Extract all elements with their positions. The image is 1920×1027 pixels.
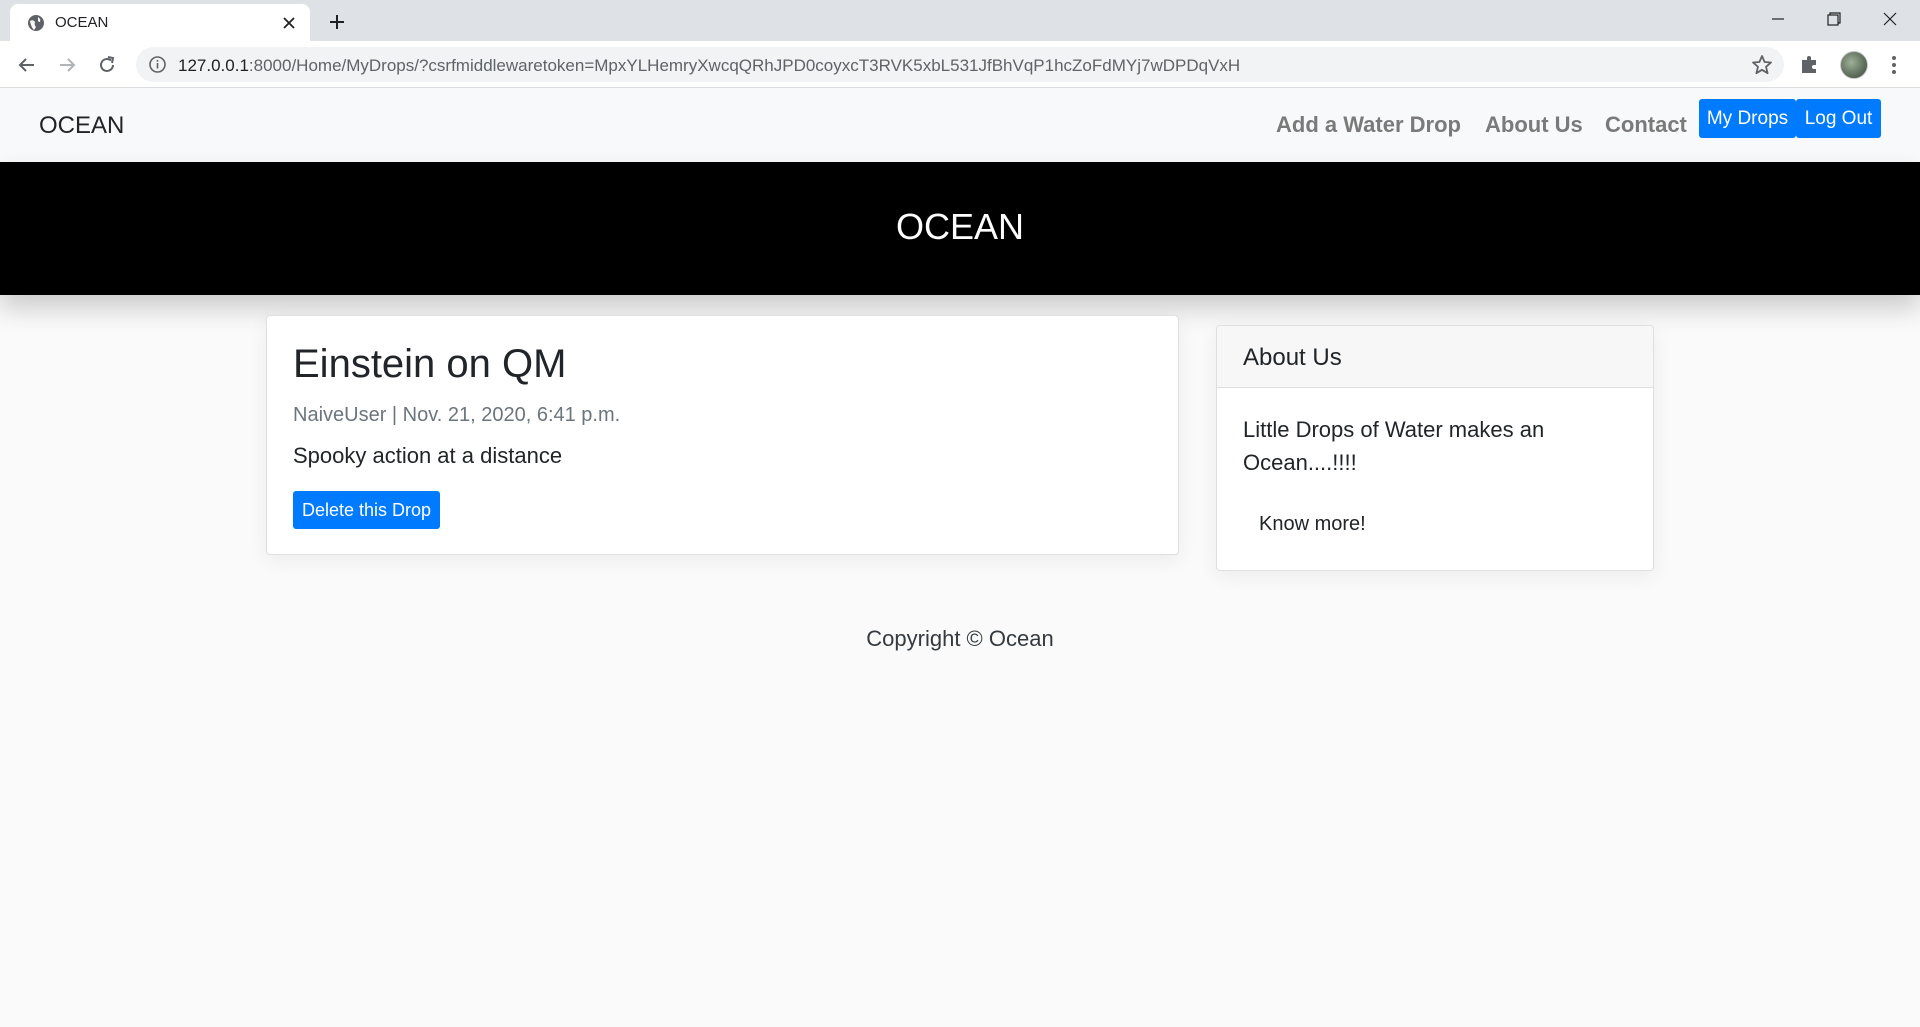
- drop-meta: NaiveUser | Nov. 21, 2020, 6:41 p.m.: [293, 404, 621, 426]
- extensions-puzzle-icon[interactable]: [1798, 52, 1822, 76]
- close-tab-icon[interactable]: [278, 12, 300, 34]
- address-bar[interactable]: 127.0.0.1:8000/Home/MyDrops/?csrfmiddlew…: [136, 47, 1784, 82]
- browser-tab[interactable]: OCEAN: [10, 4, 310, 41]
- masthead: OCEAN: [0, 162, 1920, 295]
- footer-copyright: Copyright © Ocean: [866, 626, 1054, 651]
- masthead-title: OCEAN: [895, 206, 1025, 247]
- know-more-link[interactable]: Know more!: [1259, 513, 1366, 536]
- minimize-icon[interactable]: [1750, 0, 1806, 38]
- about-card-title: About Us: [1243, 344, 1342, 371]
- navbar-brand[interactable]: OCEAN: [39, 112, 124, 140]
- tab-title: OCEAN: [55, 14, 109, 31]
- url-path: :8000/Home/MyDrops/?csrfmiddlewaretoken=…: [248, 56, 1241, 75]
- log-out-button[interactable]: Log Out: [1796, 99, 1881, 138]
- about-card-text: Little Drops of Water makes an Ocean....…: [1243, 417, 1545, 475]
- drop-title: Einstein on QM: [293, 342, 567, 386]
- url-host: 127.0.0.1: [178, 56, 249, 75]
- info-icon[interactable]: [148, 55, 167, 74]
- nav-link-contact[interactable]: Contact: [1605, 112, 1687, 138]
- close-window-icon[interactable]: [1862, 0, 1918, 38]
- back-icon[interactable]: [12, 50, 42, 80]
- about-card-header: About Us: [1217, 326, 1653, 388]
- nav-link-add-water-drop[interactable]: Add a Water Drop: [1276, 112, 1461, 138]
- reload-icon[interactable]: [92, 50, 122, 80]
- web-page: OCEAN Add a Water Drop About Us Contact …: [0, 88, 1920, 1027]
- drop-body: Spooky action at a distance: [293, 443, 563, 468]
- site-navbar: OCEAN Add a Water Drop About Us Contact …: [0, 88, 1920, 162]
- drop-card: Einstein on QM NaiveUser | Nov. 21, 2020…: [266, 315, 1179, 555]
- restore-icon[interactable]: [1806, 0, 1862, 38]
- about-card: About Us Little Drops of Water makes an …: [1216, 325, 1654, 571]
- globe-icon: [28, 15, 44, 31]
- kebab-menu-icon[interactable]: [1882, 53, 1906, 77]
- delete-drop-button[interactable]: Delete this Drop: [293, 491, 440, 529]
- new-tab-icon[interactable]: [324, 9, 350, 35]
- nav-link-about-us[interactable]: About Us: [1485, 112, 1583, 138]
- my-drops-button[interactable]: My Drops: [1699, 99, 1796, 138]
- browser-toolbar: 127.0.0.1:8000/Home/MyDrops/?csrfmiddlew…: [0, 41, 1920, 88]
- browser-tabstrip: OCEAN: [0, 0, 1920, 41]
- forward-icon[interactable]: [52, 50, 82, 80]
- url-text[interactable]: 127.0.0.1:8000/Home/MyDrops/?csrfmiddlew…: [178, 56, 1240, 76]
- profile-avatar[interactable]: [1840, 51, 1868, 79]
- bookmark-star-icon[interactable]: [1750, 53, 1774, 77]
